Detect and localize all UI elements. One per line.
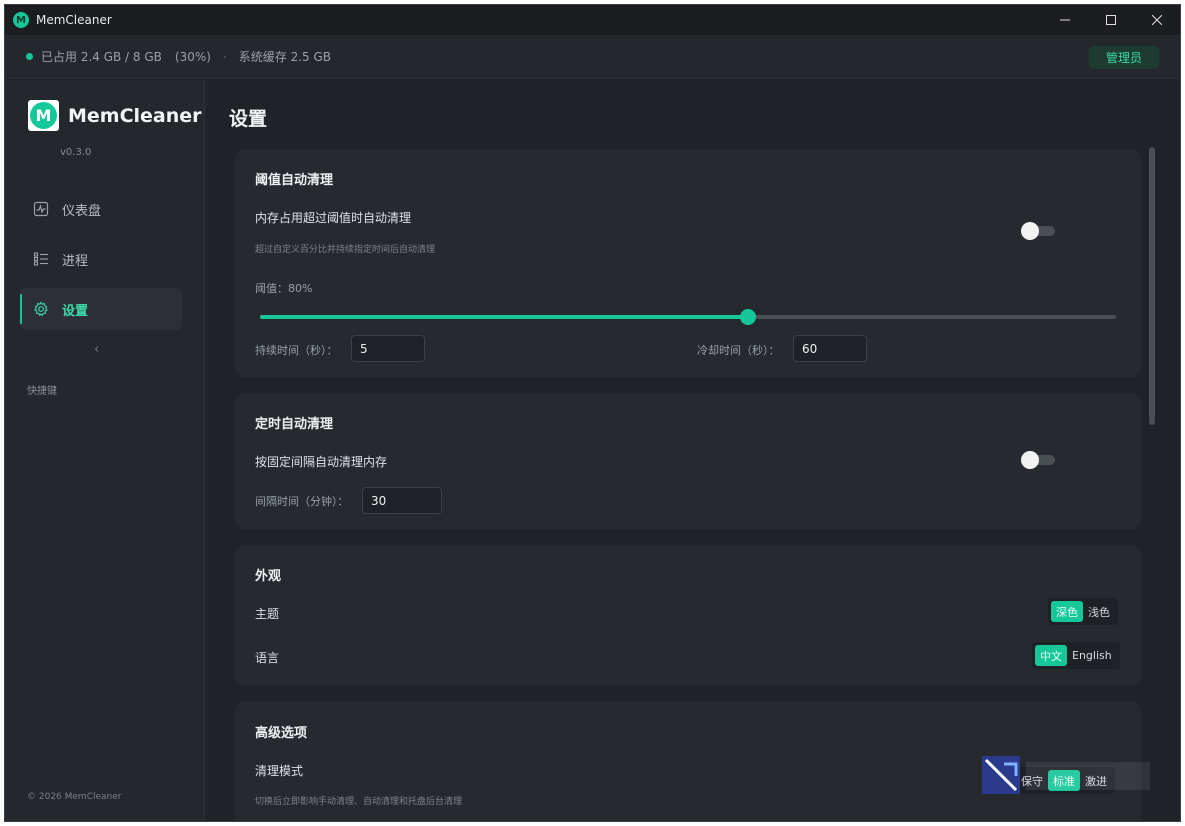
cooldown-input[interactable] xyxy=(793,335,867,362)
window-controls xyxy=(1042,5,1180,35)
sidebar-item-settings[interactable]: 设置 xyxy=(20,288,182,330)
threshold-cleanup-toggle[interactable] xyxy=(1021,222,1055,240)
sidebar-item-processes[interactable]: 进程 xyxy=(20,238,182,280)
threshold-value-label: 阈值：80% xyxy=(255,282,313,295)
maximize-button[interactable] xyxy=(1088,5,1134,35)
watermark-logo xyxy=(982,756,1158,798)
toggle-knob xyxy=(1021,222,1039,240)
brand-name: MemCleaner xyxy=(68,104,202,127)
settings-panel: 设置 阈值自动清理 内存占用超过阈值时自动清理 超过自定义百分比并持续指定时间后… xyxy=(206,80,1180,821)
close-icon xyxy=(1152,15,1162,25)
admin-badge: 管理员 xyxy=(1088,46,1159,69)
memory-percent-text: (30%) xyxy=(174,49,211,64)
sidebar: M MemCleaner v0.3.0 仪表盘 进程 设置 ‹ 快捷键 © 20… xyxy=(5,80,205,821)
card-title: 高级选项 xyxy=(255,726,308,741)
title-bar: M MemCleaner xyxy=(5,5,1180,35)
gear-icon xyxy=(34,301,48,317)
cleanup-mode-label: 清理模式 xyxy=(255,764,304,778)
theme-option-light[interactable]: 浅色 xyxy=(1083,601,1115,622)
sidebar-item-label: 设置 xyxy=(62,303,89,319)
brand-logo-letter: M xyxy=(30,102,57,129)
threshold-cleanup-card: 阈值自动清理 内存占用超过阈值时自动清理 超过自定义百分比并持续指定时间后自动清… xyxy=(235,149,1141,377)
brand: M MemCleaner xyxy=(28,100,202,131)
duration-input[interactable] xyxy=(351,335,425,362)
theme-label: 主题 xyxy=(255,607,280,621)
minimize-button[interactable] xyxy=(1042,5,1088,35)
scheduled-cleanup-toggle[interactable] xyxy=(1021,451,1055,469)
language-option-english[interactable]: English xyxy=(1067,645,1117,666)
threshold-slider[interactable] xyxy=(260,309,1116,325)
list-icon xyxy=(33,252,48,266)
toggle-knob xyxy=(1021,451,1039,469)
card-title: 定时自动清理 xyxy=(255,417,334,432)
interval-label: 间隔时间（分钟）： xyxy=(255,495,349,508)
language-selector: 中文 English xyxy=(1032,642,1120,669)
theme-selector: 深色 浅色 xyxy=(1048,598,1118,625)
close-button[interactable] xyxy=(1134,5,1180,35)
threshold-toggle-description: 超过自定义百分比并持续指定时间后自动清理 xyxy=(255,245,436,255)
slider-fill xyxy=(260,315,748,319)
scrollbar[interactable] xyxy=(1149,147,1155,425)
scheduled-toggle-label: 按固定间隔自动清理内存 xyxy=(255,455,388,469)
theme-option-dark[interactable]: 深色 xyxy=(1051,601,1083,622)
maximize-icon xyxy=(1106,15,1116,25)
app-window: M MemCleaner 已占用 2.4 GB / 8 GB (30%) · 系… xyxy=(4,4,1181,822)
collapse-sidebar-button[interactable]: ‹ xyxy=(94,342,99,357)
app-icon: M xyxy=(13,12,29,28)
shortcut-label: 快捷键 xyxy=(27,386,57,397)
card-title: 外观 xyxy=(255,569,282,584)
app-version: v0.3.0 xyxy=(60,147,92,158)
threshold-toggle-label: 内存占用超过阈值时自动清理 xyxy=(255,211,412,225)
card-title: 阈值自动清理 xyxy=(255,173,334,188)
status-separator: · xyxy=(222,49,227,64)
copyright-text: © 2026 MemCleaner xyxy=(27,792,122,802)
brand-logo-icon: M xyxy=(28,100,59,131)
language-label: 语言 xyxy=(255,651,280,665)
interval-input[interactable] xyxy=(362,487,442,514)
language-option-chinese[interactable]: 中文 xyxy=(1035,645,1067,666)
appearance-card: 外观 主题 深色 浅色 语言 中文 English xyxy=(235,545,1141,685)
minimize-icon xyxy=(1060,19,1070,21)
page-title: 设置 xyxy=(229,108,268,130)
memory-used-text: 已占用 2.4 GB / 8 GB xyxy=(41,50,162,64)
status-dot-icon xyxy=(26,53,33,60)
activity-icon xyxy=(33,201,49,217)
cooldown-label: 冷却时间（秒）： xyxy=(697,344,780,357)
sidebar-item-label: 进程 xyxy=(62,253,89,269)
cleanup-mode-description: 切换后立即影响手动清理、自动清理和托盘后台清理 xyxy=(255,797,463,807)
memory-status-bar: 已占用 2.4 GB / 8 GB (30%) · 系统缓存 2.5 GB 管理… xyxy=(5,35,1180,79)
system-cache-text: 系统缓存 2.5 GB xyxy=(238,50,332,64)
scheduled-cleanup-card: 定时自动清理 按固定间隔自动清理内存 间隔时间（分钟）： xyxy=(235,393,1141,529)
window-title: MemCleaner xyxy=(36,13,112,27)
slider-thumb[interactable] xyxy=(739,309,756,325)
duration-label: 持续时间（秒）： xyxy=(255,344,338,357)
sidebar-item-label: 仪表盘 xyxy=(62,203,102,219)
sidebar-item-dashboard[interactable]: 仪表盘 xyxy=(20,188,182,230)
